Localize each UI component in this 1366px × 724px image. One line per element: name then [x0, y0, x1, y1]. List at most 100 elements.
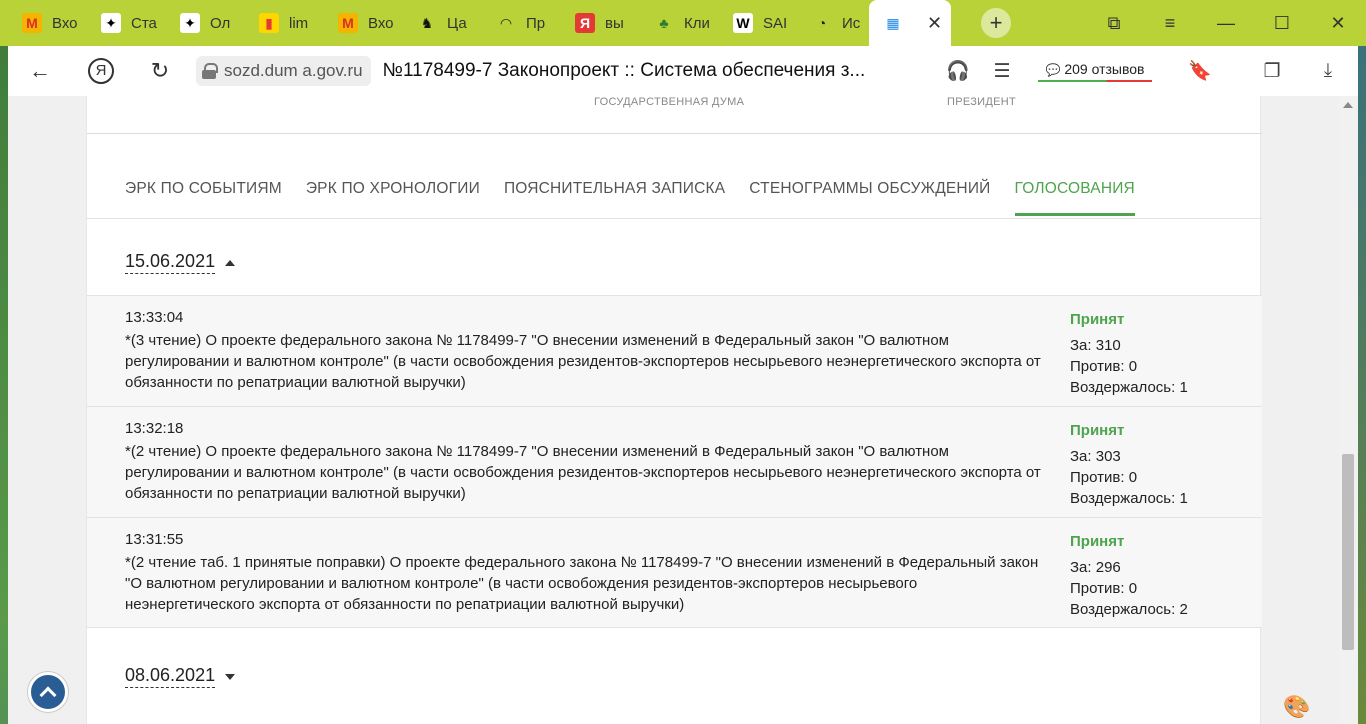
scroll-up-arrow-icon[interactable] — [1343, 102, 1353, 108]
tab-label: Вхо — [368, 14, 394, 32]
bill-card: ГОСУДАРСТВЕННАЯ ДУМА ПРЕЗИДЕНТ ЭРК ПО СО… — [86, 96, 1262, 724]
vote-status: Принят — [1070, 422, 1125, 439]
vote-for-count: За: 296 — [1070, 559, 1121, 576]
window-controls: ⧉ ≡ — ☐ ✕ — [1086, 0, 1366, 46]
browser-tab[interactable]: ✦ Ста — [79, 0, 158, 46]
content-tab[interactable]: ГОЛОСОВАНИЯ — [1014, 180, 1135, 216]
vote-status: Принят — [1070, 533, 1125, 550]
tab-label: lim — [289, 14, 309, 32]
vote-description: *(2 чтение таб. 1 принятые поправки) О п… — [125, 554, 1039, 613]
browser-tab-active[interactable]: ▦ ✕ — [869, 0, 951, 46]
vote-result: Принят За: 310 Против: 0 Воздержалось: 1 — [1070, 309, 1188, 398]
content-tab[interactable]: ЭРК ПО СОБЫТИЯМ — [125, 180, 282, 216]
browser-tab[interactable]: ◠ Пр — [474, 0, 553, 46]
stage-duma-label: ГОСУДАРСТВЕННАЯ ДУМА — [594, 96, 745, 108]
tab-favicon-icon: ♞ — [420, 14, 434, 31]
tab-favicon-icon: ◔ — [817, 15, 827, 31]
browser-tab[interactable]: ✦ Ол — [158, 0, 237, 46]
content-tab[interactable]: ПОЯСНИТЕЛЬНАЯ ЗАПИСКА — [504, 180, 725, 216]
collapse-arrow-icon — [225, 259, 236, 266]
tab-favicon-icon: M — [22, 13, 42, 33]
tab-favicon-icon: W — [733, 13, 753, 33]
vote-time: 13:33:04 — [125, 309, 184, 326]
tab-list: M Вхо ✦ Ста ✦ Ол ▮ lim M Вхо ♞ Ца ◠ Пр Явы ♣ Кли W SAI ◔ Ис — [0, 0, 869, 46]
tab-label: Ста — [131, 14, 157, 32]
headphones-icon[interactable]: 🎧 — [936, 59, 980, 83]
reviews-button[interactable]: 💬 209 отзывов — [1038, 61, 1152, 82]
stage-labels: ГОСУДАРСТВЕННАЯ ДУМА ПРЕЗИДЕНТ — [87, 96, 1262, 134]
vote-abstained-count: Воздержалось: 1 — [1070, 379, 1188, 396]
browser-tab[interactable]: ▮ lim — [237, 0, 316, 46]
browser-tab[interactable]: W SAI — [711, 0, 790, 46]
tab-favicon-icon: ▮ — [259, 13, 279, 33]
vote-time: 13:32:18 — [125, 420, 184, 437]
back-button[interactable]: ← — [20, 58, 60, 84]
browser-tab[interactable]: ♣ Кли — [632, 0, 711, 46]
yandex-home-icon[interactable]: Я — [88, 58, 114, 84]
new-tab-button[interactable]: + — [981, 8, 1011, 38]
browser-tab[interactable]: M Вхо — [316, 0, 395, 46]
tab-favicon-icon: ✦ — [180, 13, 200, 33]
address-bar-actions: 🎧 ☰ 💬 209 отзывов 🔖 ❐ ⤓ — [936, 46, 1358, 96]
vote-result: Принят За: 296 Против: 0 Воздержалось: 2 — [1070, 531, 1188, 620]
scroll-to-top-button[interactable] — [28, 672, 68, 712]
tab-favicon-icon: ◠ — [500, 14, 512, 31]
date-group-toggle[interactable]: 15.06.2021 — [125, 251, 236, 274]
vote-against-count: Против: 0 — [1070, 358, 1138, 375]
browser-tab[interactable]: M Вхо — [0, 0, 79, 46]
date-group-toggle[interactable]: 08.06.2021 — [125, 665, 236, 688]
vote-status: Принят — [1070, 311, 1125, 328]
page-viewport: ГОСУДАРСТВЕННАЯ ДУМА ПРЕЗИДЕНТ ЭРК ПО СО… — [8, 96, 1358, 724]
palette-icon[interactable]: 🎨 — [1283, 694, 1310, 720]
content-tab[interactable]: ЭРК ПО ХРОНОЛОГИИ — [306, 180, 480, 216]
content-tabs: ЭРК ПО СОБЫТИЯМ ЭРК ПО ХРОНОЛОГИИ ПОЯСНИТЕ… — [125, 180, 1159, 216]
reload-button[interactable]: ↻ — [140, 58, 180, 84]
tab-label: Пр — [526, 14, 546, 32]
browser-tab[interactable]: ◔ Ис — [790, 0, 869, 46]
vote-for-count: За: 310 — [1070, 337, 1121, 354]
close-tab-icon[interactable]: ✕ — [927, 13, 942, 34]
page-right-gutter — [1261, 96, 1338, 724]
bookmark-icon[interactable]: 🔖 — [1178, 59, 1222, 83]
download-icon[interactable]: ⤓ — [1306, 60, 1350, 82]
minimize-button[interactable]: — — [1198, 13, 1254, 34]
tab-label: Вхо — [52, 14, 78, 32]
tab-label: Ца — [447, 14, 467, 32]
reader-mode-icon[interactable]: ☰ — [980, 60, 1024, 83]
vote-list: 13:33:04 *(3 чтение) О проекте федерально… — [87, 295, 1262, 628]
browser-tab[interactable]: Явы — [553, 0, 632, 46]
tab-label: Ис — [842, 14, 861, 32]
tab-favicon-icon: ♣ — [659, 15, 669, 31]
tabs-divider — [87, 218, 1262, 219]
vote-abstained-count: Воздержалось: 1 — [1070, 490, 1188, 507]
content-tab[interactable]: СТЕНОГРАММЫ ОБСУЖДЕНИЙ — [749, 180, 990, 216]
scrollbar-thumb[interactable] — [1342, 454, 1354, 650]
page-left-gutter — [8, 96, 86, 724]
speech-bubble-icon: 💬 — [1045, 62, 1061, 77]
vote-time: 13:31:55 — [125, 531, 184, 548]
reviews-rating-bar — [1038, 79, 1152, 82]
url-field[interactable]: sozd.dum a.gov.ru — [196, 56, 371, 86]
tab-favicon-icon: Я — [575, 13, 595, 33]
maximize-button[interactable]: ☐ — [1254, 13, 1310, 34]
vote-for-count: За: 303 — [1070, 448, 1121, 465]
collections-icon[interactable]: ⧉ — [1086, 13, 1142, 34]
extensions-icon[interactable]: ❐ — [1250, 60, 1294, 83]
page-title: №1178499-7 Законопроект :: Система обесп… — [382, 60, 866, 81]
vote-against-count: Против: 0 — [1070, 469, 1138, 486]
close-window-button[interactable]: ✕ — [1310, 13, 1366, 34]
menu-icon[interactable]: ≡ — [1142, 13, 1198, 34]
stage-president-label: ПРЕЗИДЕНТ — [947, 96, 1017, 108]
date-group-date: 15.06.2021 — [125, 251, 216, 274]
reviews-count: 209 отзывов — [1064, 60, 1145, 77]
vote-row: 13:31:55 *(2 чтение таб. 1 принятые попра… — [87, 517, 1262, 628]
browser-tab[interactable]: ♞ Ца — [395, 0, 474, 46]
vote-row: 13:32:18 *(2 чтение) О проекте федерально… — [87, 406, 1262, 517]
url-text: sozd.dum a.gov.ru — [224, 61, 363, 80]
vote-against-count: Против: 0 — [1070, 580, 1138, 597]
vertical-scrollbar[interactable] — [1338, 96, 1358, 724]
tab-favicon-icon: M — [338, 13, 358, 33]
tab-label: Ол — [210, 14, 231, 32]
duma-favicon-icon: ▦ — [886, 14, 900, 31]
lock-icon — [202, 63, 218, 79]
